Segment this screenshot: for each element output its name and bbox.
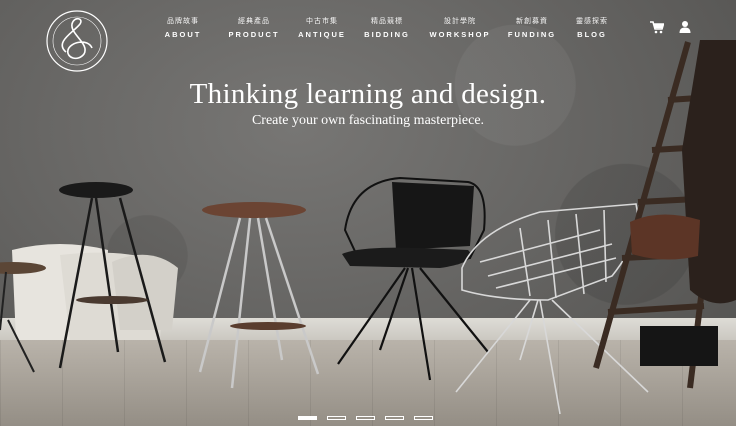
nav-item-label-zh: 品牌故事 (167, 18, 199, 25)
nav-item-blog[interactable]: 靈感探索 BLOG (569, 16, 615, 39)
cognac-bag (630, 214, 700, 260)
slider-dot-3[interactable] (356, 416, 375, 420)
nav-item-workshop[interactable]: 設計學院 WORKSHOP (425, 16, 495, 39)
black-wire-chair (337, 176, 489, 381)
nav-item-label-zh: 經典產品 (238, 18, 270, 25)
nav-item-label-en: WORKSHOP (429, 30, 491, 39)
header-actions (650, 20, 692, 34)
nav-item-label-zh: 新創募資 (516, 18, 548, 25)
nav-item-label-en: FUNDING (507, 30, 557, 39)
black-box (640, 326, 718, 366)
nav-item-antique[interactable]: 中古市集 ANTIQUE (291, 16, 353, 39)
slider-dot-5[interactable] (414, 416, 433, 420)
nav-item-bidding[interactable]: 精品競標 BIDDING (357, 16, 417, 39)
hero-subtitle: Create your own fascinating masterpiece. (251, 113, 485, 128)
brand-logo[interactable] (44, 8, 110, 74)
nav-item-label-en: BIDDING (364, 30, 410, 39)
nav-item-product[interactable]: 經典產品 PRODUCT (223, 16, 285, 39)
slider-dot-4[interactable] (385, 416, 404, 420)
nav-item-label-en: BLOG (577, 30, 607, 39)
nav-item-about[interactable]: 品牌故事 ABOUT (158, 16, 208, 39)
slider-dot-2[interactable] (327, 416, 346, 420)
user-icon[interactable] (678, 20, 692, 34)
nav-item-label-en: ABOUT (164, 30, 202, 39)
main-nav: 品牌故事 ABOUT 經典產品 PRODUCT 中古市集 ANTIQUE 精品競… (158, 16, 615, 39)
nav-item-label-zh: 靈感探索 (576, 18, 608, 25)
brand-monogram-emblem (46, 10, 108, 72)
nav-item-label-zh: 中古市集 (306, 18, 338, 25)
hero-title: Thinking learning and design. (189, 78, 547, 110)
nav-item-label-zh: 精品競標 (371, 18, 403, 25)
slider-dot-1[interactable] (298, 416, 317, 420)
slider-pagination (298, 416, 433, 420)
hero-background-image (0, 0, 736, 426)
leather-stool (198, 202, 320, 389)
nav-item-label-en: ANTIQUE (298, 30, 346, 39)
nav-item-label-en: PRODUCT (228, 30, 280, 39)
nav-item-funding[interactable]: 新創募資 FUNDING (501, 16, 563, 39)
cart-icon[interactable] (650, 20, 665, 34)
canvas-bags (12, 244, 178, 340)
nav-item-label-zh: 設計學院 (444, 18, 476, 25)
